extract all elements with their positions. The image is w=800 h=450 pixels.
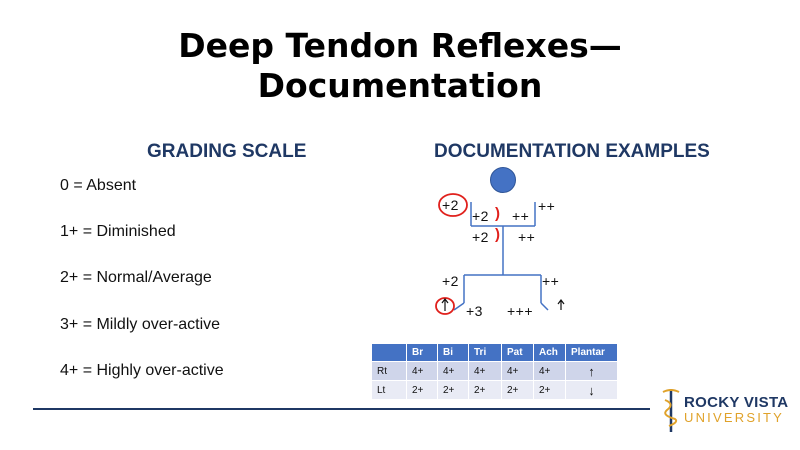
reflex-left-knee: +2 [442,273,459,289]
table-cell: 2+ [468,380,502,400]
table-header-cell: Pat [501,343,534,362]
logo-name: ROCKY VISTA [684,394,789,411]
table-header-cell: Bi [437,343,469,362]
logo-subtitle: UNIVERSITY [684,410,785,425]
reflex-right-brachio: ++ [518,229,536,245]
table-cell: 4+ [468,361,502,381]
caduceus-logo-icon [662,389,680,432]
table-header-row: Br Bi Tri Pat Ach Plantar [371,343,618,362]
table-header-cell: Ach [533,343,566,362]
reflex-right-shoulder: ++ [538,198,556,214]
figure-left-foot [453,302,465,311]
up-arrow-left-icon [441,298,449,311]
figure-head [490,167,516,193]
footer-divider [33,408,650,410]
reflex-right-ankle: +++ [507,303,534,319]
table-cell: Rt [371,361,407,381]
reflex-left-biceps: +2 [472,208,489,224]
up-arrow-right-icon [557,299,565,310]
reflex-right-knee: ++ [542,273,560,289]
table-cell: 2+ [501,380,534,400]
biceps-paren-mark: ) [495,205,500,222]
table-cell: 4+ [406,361,438,381]
plantar-down-arrow-icon: ↓ [565,380,618,400]
reflex-right-biceps: ++ [512,208,530,224]
figure-right-foot [540,302,549,311]
reflex-table: Br Bi Tri Pat Ach Plantar Rt 4+ 4+ 4+ 4+… [371,343,618,400]
table-cell: 4+ [501,361,534,381]
reflex-left-biceps-circled: +2 [442,197,459,213]
table-header-cell: Plantar [565,343,618,362]
table-header-cell: Tri [468,343,502,362]
table-row: Lt 2+ 2+ 2+ 2+ 2+ ↓ [371,380,618,400]
table-header-cell: Br [406,343,438,362]
table-cell: 4+ [533,361,566,381]
table-cell: 4+ [437,361,469,381]
table-header-cell [371,343,407,362]
reflex-left-brachio: +2 [472,229,489,245]
table-cell: 2+ [533,380,566,400]
table-row: Rt 4+ 4+ 4+ 4+ 4+ ↑ [371,361,618,381]
table-cell: 2+ [406,380,438,400]
brachio-paren-mark: ) [495,226,500,243]
table-cell: Lt [371,380,407,400]
table-cell: 2+ [437,380,469,400]
reflex-left-ankle: +3 [466,303,483,319]
plantar-up-arrow-icon: ↑ [565,361,618,381]
